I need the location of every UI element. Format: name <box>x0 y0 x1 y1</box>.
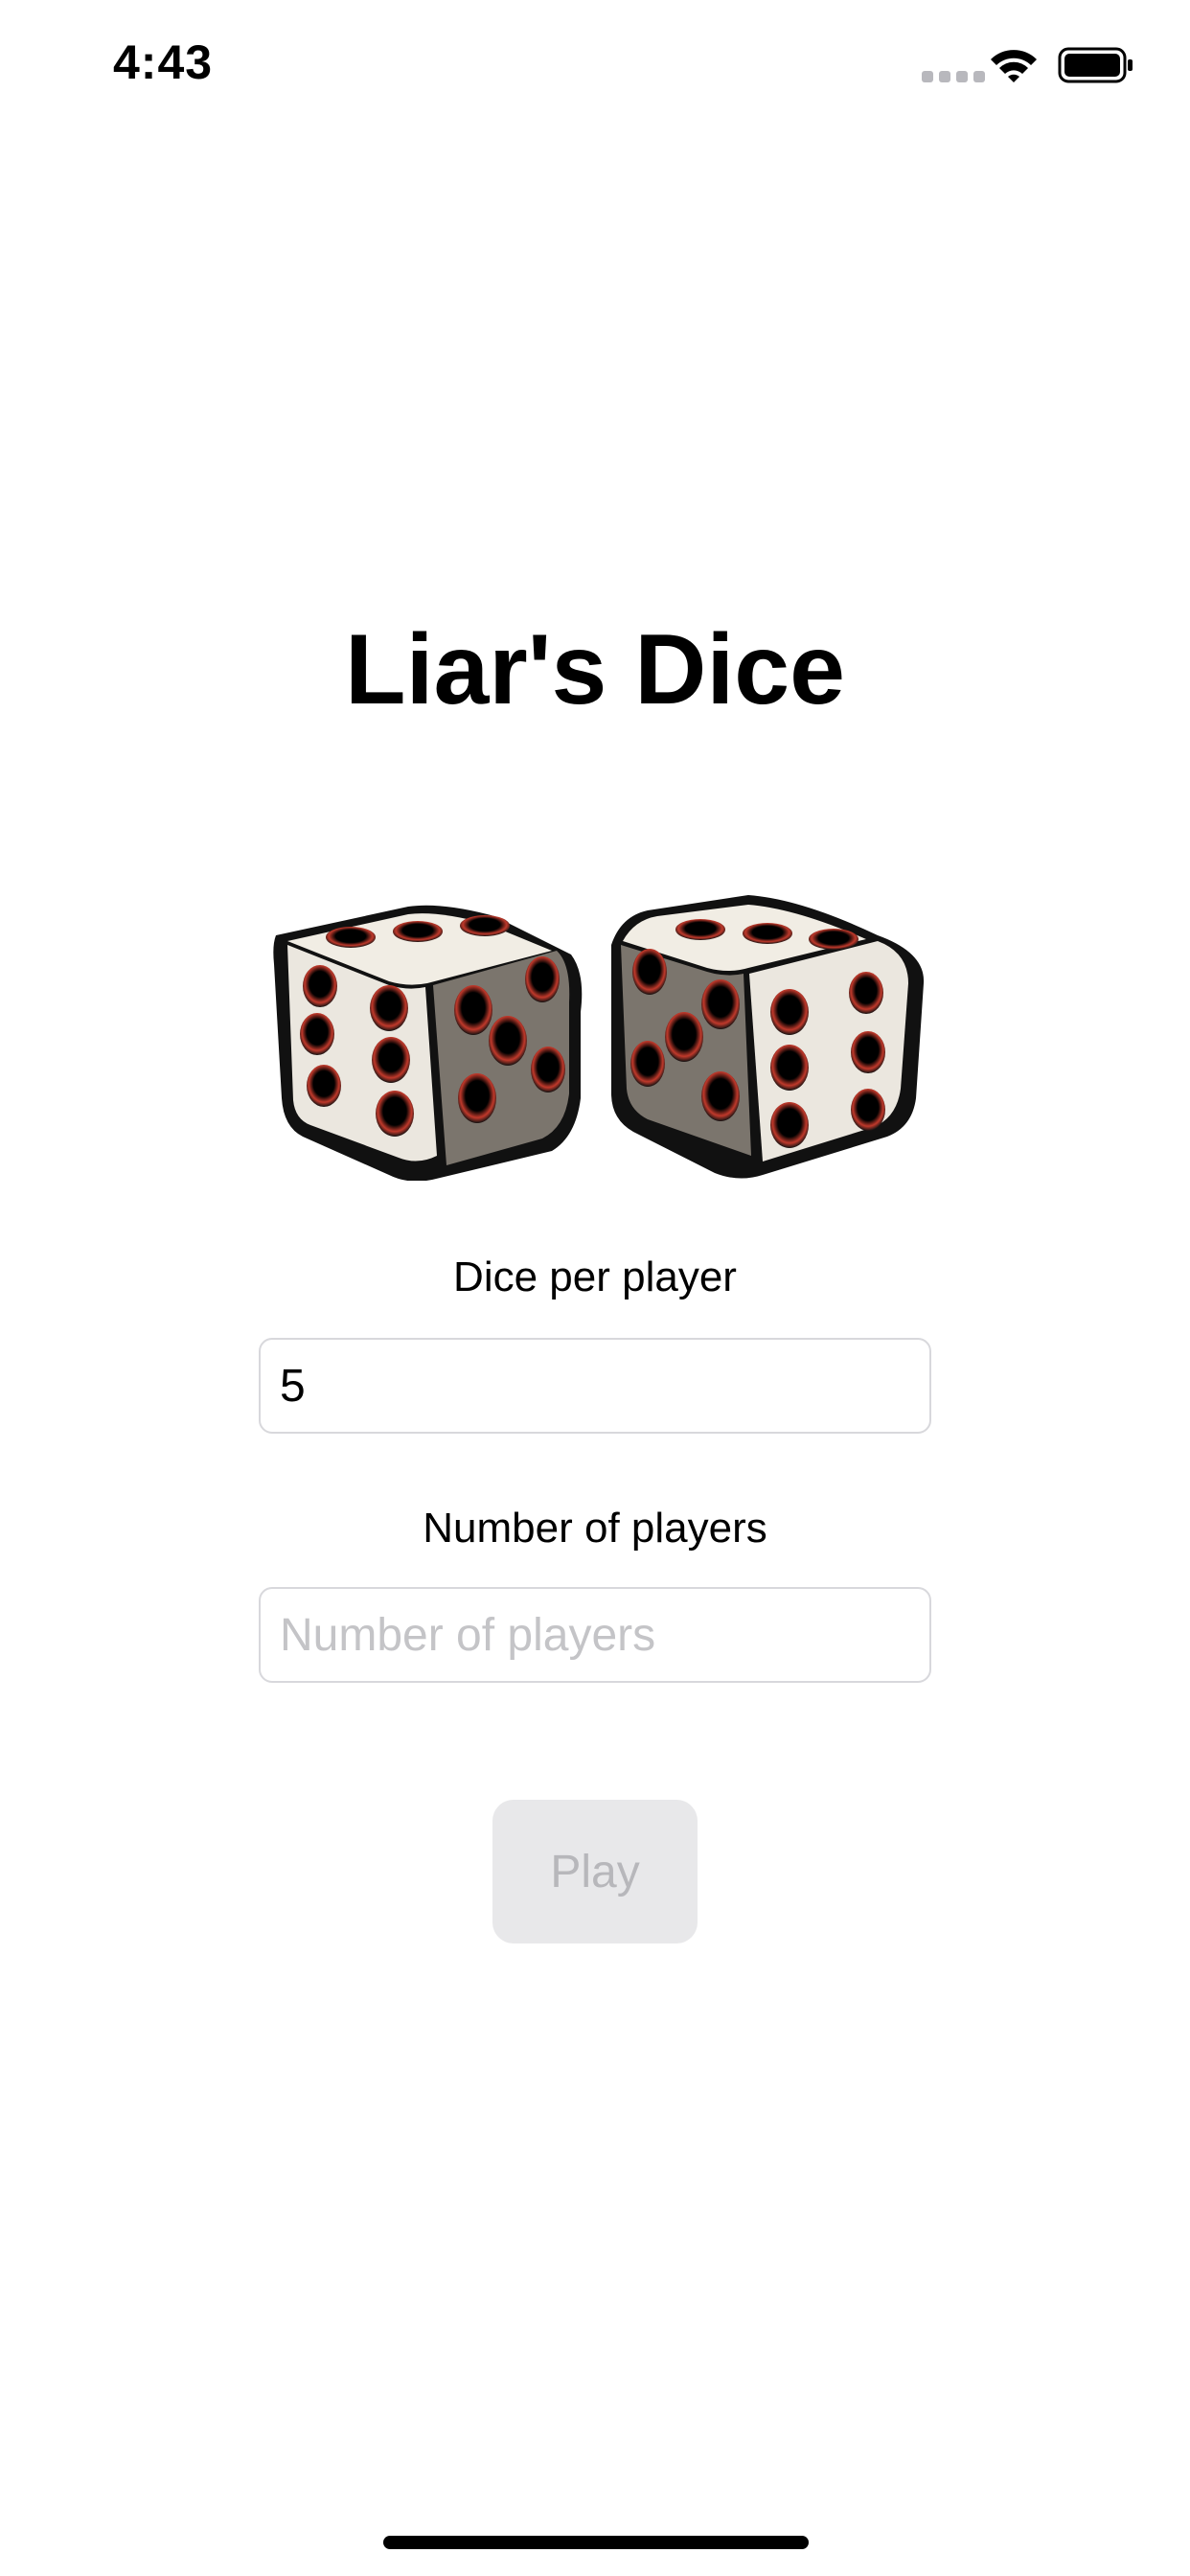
dice-per-player-input[interactable] <box>259 1338 931 1434</box>
status-time: 4:43 <box>113 35 214 89</box>
play-button[interactable]: Play <box>492 1800 698 1944</box>
page-title: Liar's Dice <box>345 614 845 725</box>
dice-per-player-label: Dice per player <box>453 1254 737 1300</box>
die-left <box>273 905 583 1181</box>
die-right <box>611 895 925 1179</box>
signal-icon <box>922 71 985 82</box>
battery-icon <box>1058 47 1133 83</box>
dice-illustration <box>273 895 925 1181</box>
wifi-icon <box>991 50 1037 82</box>
number-of-players-input[interactable] <box>259 1587 931 1683</box>
home-indicator[interactable] <box>383 2536 809 2549</box>
status-bar: 4:43 <box>0 0 1190 134</box>
number-of-players-label: Number of players <box>423 1505 767 1552</box>
